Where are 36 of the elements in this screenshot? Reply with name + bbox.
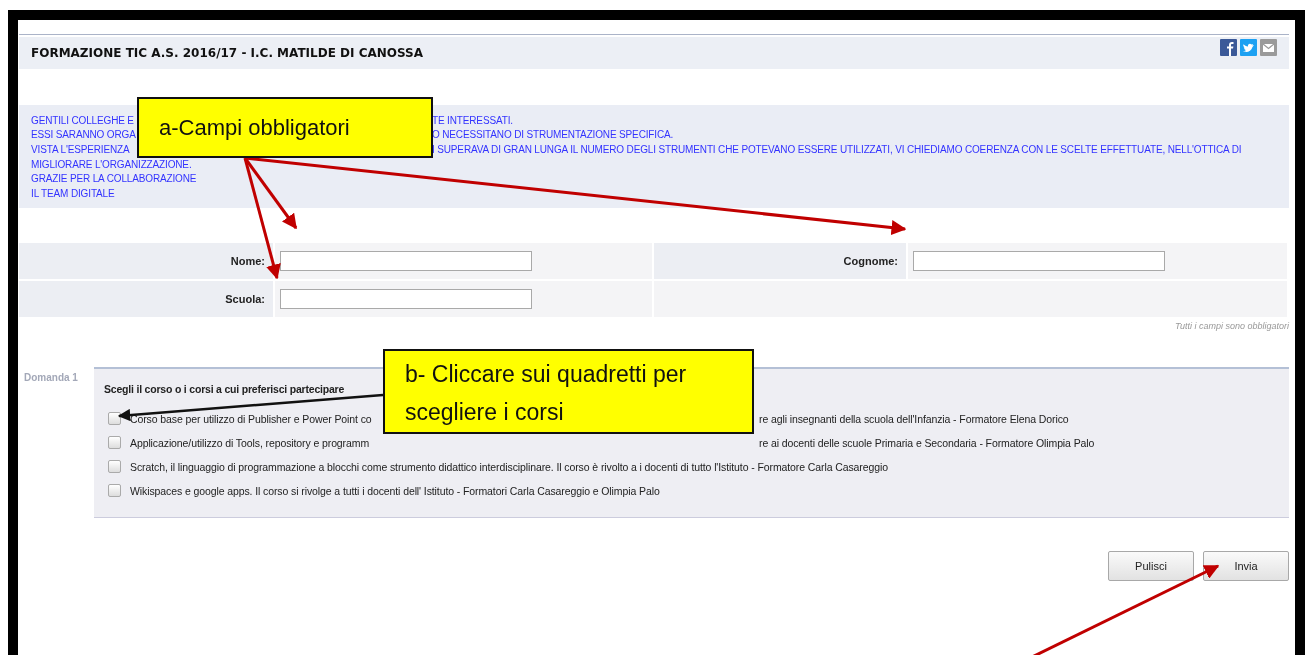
input-field[interactable] bbox=[913, 250, 1165, 271]
intro-text: IL TEAM DIGITALE bbox=[31, 187, 115, 199]
callout-note: b- Cliccare sui quadretti per scegliere i corsi bbox=[383, 349, 754, 434]
question-number: Domanda 1 bbox=[23, 370, 79, 385]
intro-text: GRAZIE PER LA COLLABORAZIONE bbox=[31, 173, 197, 185]
field-label: Scuola: bbox=[225, 292, 265, 305]
field-label: Nome: bbox=[230, 254, 265, 267]
option-label: Scratch, il linguaggio di programmazione a blocchi come strumento didattico interdisciplinare. Il corso è rivolto a i docenti di tutto l'Istituto - Formatore Carla Casareggio bbox=[130, 460, 888, 473]
form-button[interactable]: Pulisci bbox=[1108, 550, 1194, 581]
intro-text: O NECESSITANO DI STRUMENTAZIONE SPECIFICA. bbox=[432, 129, 674, 141]
form-title: FORMAZIONE TIC A.S. 2016/17 - I.C. MATILDE DI CANOSSA bbox=[31, 46, 424, 60]
field-label: Cognome: bbox=[843, 254, 898, 267]
intro-text: ESSI SARANNO ORGA bbox=[31, 129, 136, 141]
option-label: Corso base per utilizzo di Publisher e Power Point co bbox=[130, 412, 372, 425]
option-label: Applicazione/utilizzo di Tools, repository e programm bbox=[130, 436, 370, 449]
intro-text: VISTA L'ESPERIENZA bbox=[31, 144, 130, 155]
input-field[interactable] bbox=[280, 288, 532, 309]
intro-text: TE INTERESSATI. bbox=[432, 114, 513, 126]
intro-text: I SUPERAVA DI GRAN LUNGA IL NUMERO DEGLI STRUMENTI CHE POTEVANO ESSERE UTILIZZATI, VI CHIEDIAMO COERENZA CON LE SCELTE EFFETTUATE, NELL'OTTICA DI bbox=[432, 144, 1242, 155]
checkbox[interactable] bbox=[108, 484, 121, 498]
required-note: Tutti i campi sono obbligatori bbox=[1175, 320, 1289, 331]
input-field[interactable] bbox=[280, 250, 532, 271]
option-label: re agli insegnanti della scuola dell'Infanzia - Formatore Elena Dorico bbox=[759, 412, 1069, 425]
option-label: re ai docenti delle scuole Primaria e Secondaria - Formatore Olimpia Palo bbox=[759, 436, 1095, 449]
checkbox[interactable] bbox=[108, 412, 121, 426]
facebook-icon[interactable] bbox=[1220, 39, 1237, 56]
intro-text: MIGLIORARE L'ORGANIZZAZIONE. bbox=[31, 158, 192, 170]
checkbox[interactable] bbox=[108, 460, 121, 474]
email-icon[interactable] bbox=[1260, 39, 1277, 56]
intro-text: GENTILI COLLEGHE E bbox=[31, 114, 134, 126]
twitter-icon[interactable] bbox=[1240, 39, 1257, 56]
callout-note: a-Campi obbligatori bbox=[137, 97, 433, 158]
option-label: Wikispaces e google apps. Il corso si rivolge a tutti i docenti dell' Istituto - Formatori Carla Casareggio e Olimpia Palo bbox=[130, 484, 660, 497]
form-button[interactable]: Invia bbox=[1203, 550, 1289, 581]
checkbox[interactable] bbox=[108, 436, 121, 450]
question-title: Scegli il corso o i corsi a cui preferisci partecipare bbox=[104, 382, 345, 395]
